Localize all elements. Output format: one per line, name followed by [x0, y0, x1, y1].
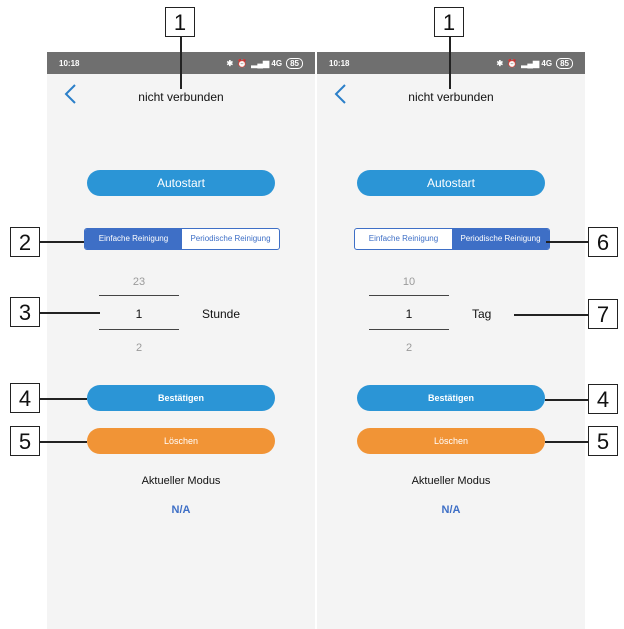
picker-divider: [99, 329, 179, 330]
alarm-icon: ⏰: [507, 59, 518, 68]
picker-divider: [369, 329, 449, 330]
callout-leader-line: [514, 314, 588, 316]
callout-leader-line: [40, 441, 87, 443]
bluetooth-icon: ✱: [226, 59, 234, 68]
signal-icon: ▂▄▆ 4G: [251, 59, 283, 68]
tab-periodic-cleaning[interactable]: Periodische Reinigung: [452, 229, 549, 249]
battery-icon: 85: [286, 58, 303, 69]
tab-simple-cleaning[interactable]: Einfache Reinigung: [355, 229, 452, 249]
callout-leader-line: [40, 398, 87, 400]
delete-button[interactable]: Löschen: [357, 428, 545, 454]
status-bar: 10:18 ✱ ⏰ ▂▄▆ 4G 85: [317, 52, 585, 74]
picker-value-above[interactable]: 23: [99, 276, 179, 288]
page-title: nicht verbunden: [408, 90, 494, 104]
current-mode-label: Aktueller Modus: [141, 475, 221, 487]
picker-selected-value[interactable]: 1: [369, 307, 449, 321]
page-title: nicht verbunden: [138, 90, 224, 104]
phone-screen-left: 10:18 ✱ ⏰ ▂▄▆ 4G 85 nicht verbunden Auto…: [47, 52, 315, 629]
callout-delete-right: 5: [588, 426, 618, 456]
mode-segmented-control: Einfache Reinigung Periodische Reinigung: [84, 228, 280, 250]
callout-leader-line: [40, 312, 100, 314]
mode-segmented-control: Einfache Reinigung Periodische Reinigung: [354, 228, 550, 250]
picker-value-below[interactable]: 2: [369, 342, 449, 354]
callout-mode-left: 2: [10, 227, 40, 257]
current-mode-value: N/A: [171, 504, 191, 516]
autostart-button[interactable]: Autostart: [87, 170, 275, 196]
tab-simple-cleaning[interactable]: Einfache Reinigung: [85, 229, 182, 249]
picker-divider: [99, 295, 179, 296]
delete-button[interactable]: Löschen: [87, 428, 275, 454]
callout-mode-right: 6: [588, 227, 618, 257]
callout-confirm-right: 4: [588, 384, 618, 414]
confirm-button[interactable]: Bestätigen: [87, 385, 275, 411]
tab-periodic-cleaning[interactable]: Periodische Reinigung: [182, 229, 279, 249]
callout-leader-line: [180, 37, 182, 89]
picker-divider: [369, 295, 449, 296]
callout-confirm-left: 4: [10, 383, 40, 413]
current-mode-value: N/A: [441, 504, 461, 516]
picker-value-below[interactable]: 2: [99, 342, 179, 354]
picker-unit-label: Tag: [472, 307, 492, 321]
current-mode-label: Aktueller Modus: [411, 475, 491, 487]
phone-screen-right: 10:18 ✱ ⏰ ▂▄▆ 4G 85 nicht verbunden Auto…: [317, 52, 585, 629]
callout-leader-line: [40, 241, 84, 243]
callout-picker-right: 7: [588, 299, 618, 329]
callout-leader-line: [449, 37, 451, 89]
autostart-button[interactable]: Autostart: [357, 170, 545, 196]
picker-value-above[interactable]: 10: [369, 276, 449, 288]
bluetooth-icon: ✱: [496, 59, 504, 68]
callout-picker-left: 3: [10, 297, 40, 327]
signal-icon: ▂▄▆ 4G: [521, 59, 553, 68]
callout-title-right: 1: [434, 7, 464, 37]
picker-unit-label: Stunde: [202, 307, 241, 321]
callout-leader-line: [545, 441, 588, 443]
callout-leader-line: [545, 399, 588, 401]
status-time: 10:18: [329, 59, 350, 68]
battery-icon: 85: [556, 58, 573, 69]
confirm-button[interactable]: Bestätigen: [357, 385, 545, 411]
picker-selected-value[interactable]: 1: [99, 307, 179, 321]
callout-leader-line: [546, 241, 588, 243]
status-time: 10:18: [59, 59, 80, 68]
callout-title-left: 1: [165, 7, 195, 37]
callout-delete-left: 5: [10, 426, 40, 456]
alarm-icon: ⏰: [237, 59, 248, 68]
